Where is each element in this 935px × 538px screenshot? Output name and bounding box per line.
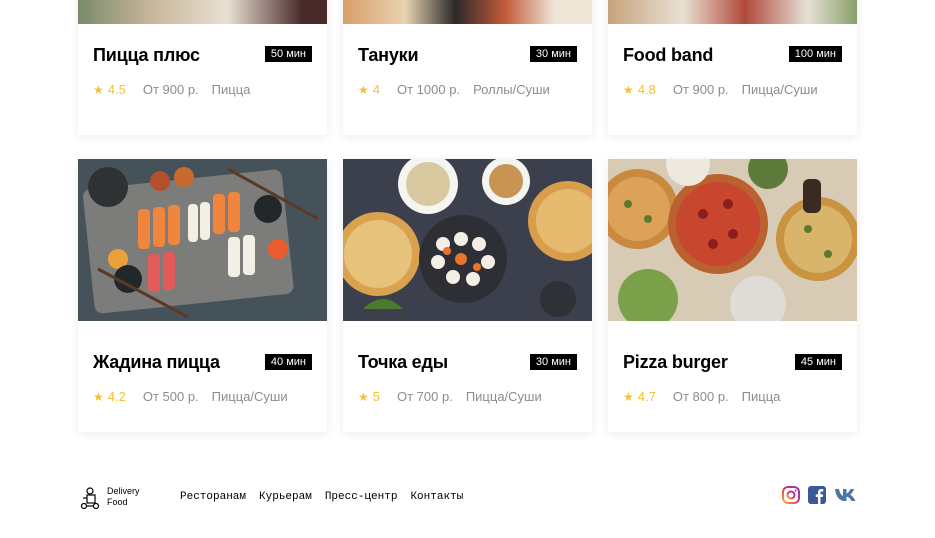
delivery-time-badge: 40 мин xyxy=(264,354,312,370)
restaurant-meta: ★ 4 От 1000 р. Роллы/Суши xyxy=(358,82,550,97)
cuisine-text: Роллы/Суши xyxy=(473,82,550,97)
star-icon: ★ xyxy=(93,389,104,404)
restaurant-meta: ★ 4.5 От 900 р. Пицца xyxy=(93,82,250,97)
rating-value: 4.8 xyxy=(637,82,656,97)
cuisine-text: Пицца/Суши xyxy=(741,82,818,97)
rating-value: 4 xyxy=(372,82,380,97)
restaurant-card[interactable]: Food band 100 мин ★ 4.8 От 900 р. Пицца/… xyxy=(608,0,857,135)
restaurant-photo xyxy=(608,159,857,332)
restaurant-name: Тануки xyxy=(358,45,419,65)
delivery-time-badge: 50 мин xyxy=(264,46,312,62)
restaurant-card[interactable]: Жадина пицца 40 мин ★ 4.2 От 500 р. Пицц… xyxy=(78,159,327,432)
rating-value: 4.5 xyxy=(107,82,126,97)
footer-link-press[interactable]: Пресс-центр xyxy=(325,491,398,503)
cuisine-text: Пицца xyxy=(211,82,251,97)
instagram-icon[interactable] xyxy=(782,486,800,504)
star-icon: ★ xyxy=(358,82,369,97)
restaurants-page: Пицца плюс 50 мин ★ 4.5 От 900 р. Пицца … xyxy=(0,0,935,538)
restaurant-meta: ★ 4.8 От 900 р. Пицца/Суши xyxy=(623,82,818,97)
price-text: От 1000 р. xyxy=(397,82,461,97)
star-icon: ★ xyxy=(93,82,104,97)
delivery-time-badge: 45 мин xyxy=(794,354,842,370)
restaurant-photo xyxy=(78,159,327,321)
restaurant-card[interactable]: Пицца плюс 50 мин ★ 4.5 От 900 р. Пицца xyxy=(78,0,327,135)
restaurant-card[interactable]: Точка еды 30 мин ★ 5 От 700 р. Пицца/Суш… xyxy=(343,159,592,432)
logo[interactable]: Delivery Food xyxy=(78,484,148,510)
price-text: От 900 р. xyxy=(672,82,729,97)
price-text: От 700 р. xyxy=(397,389,453,404)
restaurant-name: Pizza burger xyxy=(623,352,728,372)
restaurant-name: Точка еды xyxy=(358,352,448,372)
restaurant-meta: ★ 4.2 От 500 р. Пицца/Суши xyxy=(93,389,288,404)
footer-link-contacts[interactable]: Контакты xyxy=(410,491,463,503)
price-text: От 500 р. xyxy=(142,389,199,404)
delivery-time-badge: 100 мин xyxy=(788,46,842,62)
delivery-time-badge: 30 мин xyxy=(529,46,577,62)
restaurant-name: Жадина пицца xyxy=(93,352,220,372)
restaurant-photo xyxy=(78,0,327,24)
logo-text: Delivery Food xyxy=(107,486,140,508)
rating-value: 4.2 xyxy=(107,389,126,404)
footer-link-restaurants[interactable]: Ресторанам xyxy=(180,491,246,503)
restaurant-meta: ★ 5 От 700 р. Пицца/Суши xyxy=(358,389,542,404)
restaurant-meta: ★ 4.7 От 800 р. Пицца xyxy=(623,389,780,404)
courier-logo-icon xyxy=(80,487,100,510)
cuisine-text: Пицца/Суши xyxy=(465,389,542,404)
star-icon: ★ xyxy=(623,389,634,404)
restaurant-name: Пицца плюс xyxy=(93,45,200,65)
footer-link-couriers[interactable]: Курьерам xyxy=(259,491,312,503)
cuisine-text: Пицца/Суши xyxy=(211,389,288,404)
restaurant-card[interactable]: Pizza burger 45 мин ★ 4.7 От 800 р. Пицц… xyxy=(608,159,857,432)
star-icon: ★ xyxy=(358,389,369,404)
rating-value: 4.7 xyxy=(637,389,656,404)
logo-line-2: Food xyxy=(107,497,128,507)
price-text: От 800 р. xyxy=(672,389,729,404)
delivery-time-badge: 30 мин xyxy=(529,354,577,370)
cuisine-text: Пицца xyxy=(741,389,781,404)
facebook-icon[interactable] xyxy=(808,486,826,504)
restaurant-card[interactable]: Тануки 30 мин ★ 4 От 1000 р. Роллы/Суши xyxy=(343,0,592,135)
star-icon: ★ xyxy=(623,82,634,97)
footer-nav: Ресторанам Курьерам Пресс-центр Контакты xyxy=(180,491,463,503)
restaurant-name: Food band xyxy=(623,45,714,65)
footer: Delivery Food Ресторанам Курьерам Пресс-… xyxy=(78,482,858,512)
restaurant-photo xyxy=(343,0,592,24)
restaurant-photo xyxy=(608,0,857,24)
price-text: От 900 р. xyxy=(142,82,199,97)
rating-value: 5 xyxy=(372,389,380,404)
vk-icon[interactable] xyxy=(834,488,858,502)
restaurant-photo xyxy=(343,159,592,321)
social-links xyxy=(782,486,858,504)
logo-line-1: Delivery xyxy=(107,486,140,496)
